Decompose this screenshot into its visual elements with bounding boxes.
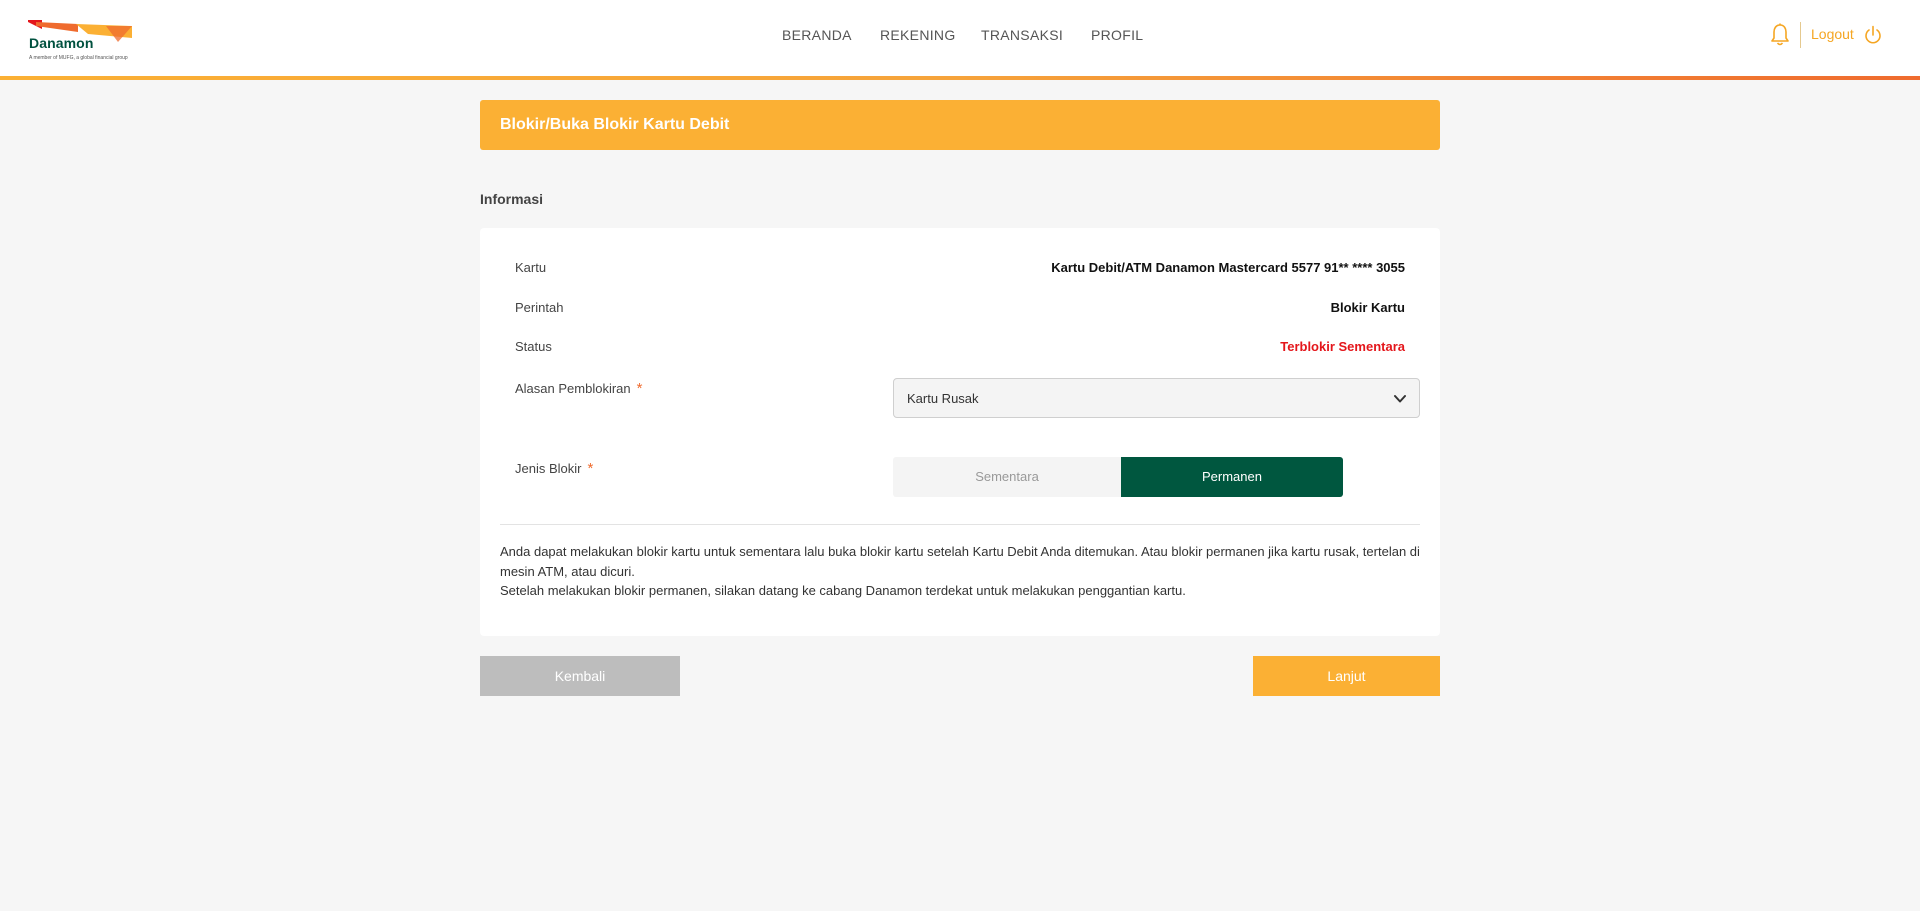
chevron-down-icon [1394, 395, 1406, 403]
nav-rekening[interactable]: REKENING [880, 27, 956, 43]
header-divider [1800, 22, 1801, 48]
next-button[interactable]: Lanjut [1253, 656, 1440, 696]
info-card: Kartu Kartu Debit/ATM Danamon Mastercard… [480, 228, 1440, 636]
top-header: Danamon A member of MUFG, a global finan… [0, 0, 1920, 76]
main-nav: BERANDA REKENING TRANSAKSI PROFIL [0, 27, 1920, 47]
nav-beranda[interactable]: BERANDA [782, 27, 852, 43]
reason-label-text: Alasan Pemblokiran [515, 381, 631, 396]
divider [500, 524, 1420, 525]
nav-profil[interactable]: PROFIL [1091, 27, 1143, 43]
block-type-label: Jenis Blokir * [515, 460, 593, 477]
required-mark: * [587, 460, 594, 477]
command-label: Perintah [515, 300, 564, 315]
required-mark: * [636, 380, 643, 397]
option-permanen[interactable]: Permanen [1121, 457, 1343, 497]
option-sementara[interactable]: Sementara [893, 457, 1121, 497]
reason-select[interactable]: Kartu Rusak [893, 378, 1420, 418]
logout-link[interactable]: Logout [1811, 26, 1854, 42]
back-button[interactable]: Kembali [480, 656, 680, 696]
block-type-toggle: Sementara Permanen [893, 457, 1343, 497]
command-value: Blokir Kartu [1330, 300, 1405, 315]
section-heading: Informasi [480, 191, 544, 207]
info-text: Anda dapat melakukan blokir kartu untuk … [500, 542, 1420, 601]
block-type-label-text: Jenis Blokir [515, 461, 582, 476]
power-icon[interactable] [1864, 25, 1882, 45]
page-title-bar: Blokir/Buka Blokir Kartu Debit [480, 100, 1440, 150]
reason-select-value: Kartu Rusak [907, 391, 979, 406]
info-paragraph-2: Setelah melakukan blokir permanen, silak… [500, 583, 1186, 598]
reason-label: Alasan Pemblokiran * [515, 380, 642, 397]
card-value: Kartu Debit/ATM Danamon Mastercard 5577 … [1051, 260, 1405, 275]
bell-icon[interactable] [1770, 23, 1790, 47]
nav-transaksi[interactable]: TRANSAKSI [981, 27, 1063, 43]
page-title: Blokir/Buka Blokir Kartu Debit [500, 116, 730, 133]
status-value: Terblokir Sementara [1280, 339, 1405, 354]
card-label: Kartu [515, 260, 547, 275]
info-paragraph-1: Anda dapat melakukan blokir kartu untuk … [500, 544, 1420, 579]
logo-tagline: A member of MUFG, a global financial gro… [29, 55, 128, 61]
status-label: Status [515, 339, 552, 354]
header-accent-line [0, 76, 1920, 80]
